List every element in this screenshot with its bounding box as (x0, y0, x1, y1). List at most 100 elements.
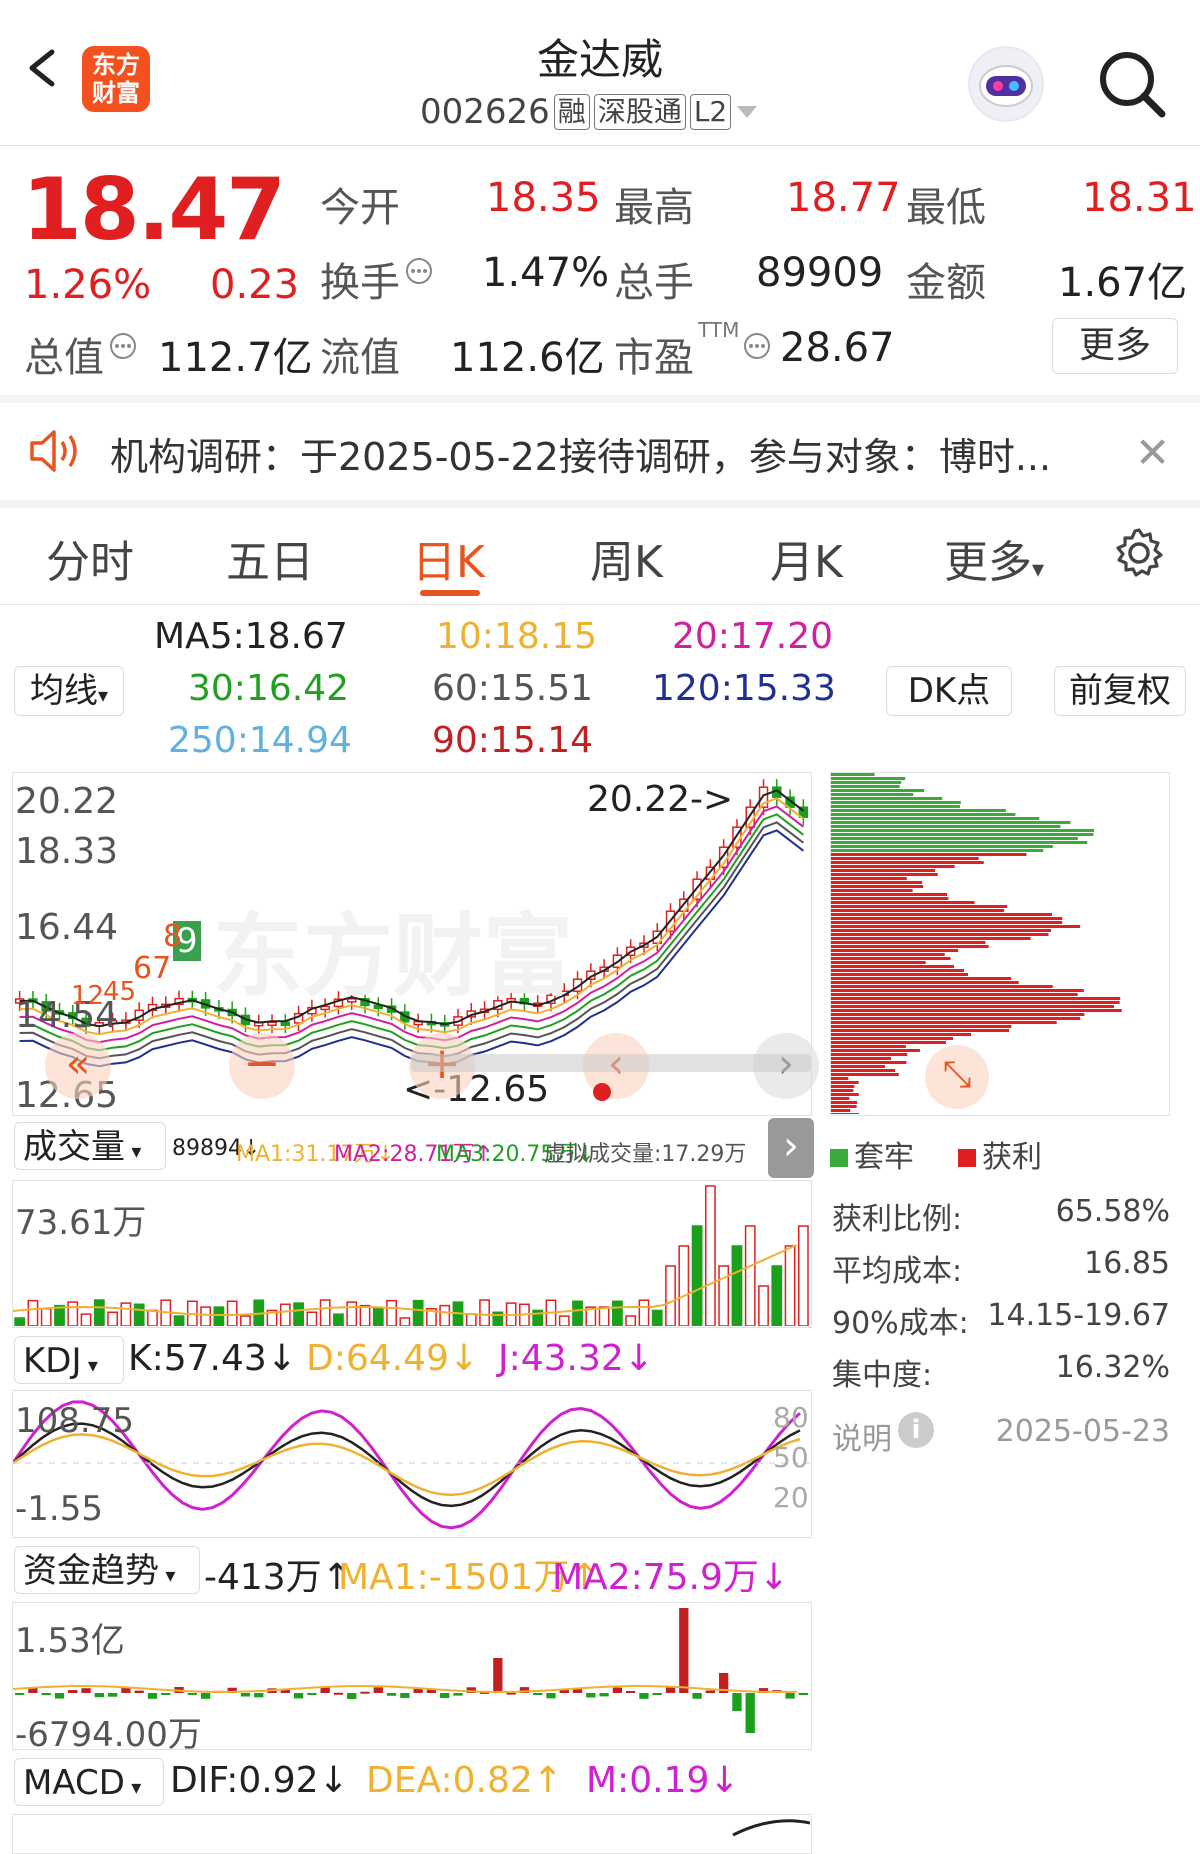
fund-bar (147, 1693, 158, 1699)
kline-chart[interactable]: 东方财富 20.22 18.33 16.44 14.54 12.65 20.22… (12, 772, 819, 1116)
kdj-chart[interactable]: 108.75 -1.55 80 50 20 (11, 1390, 812, 1538)
tab-daily-k[interactable]: 日K (412, 526, 485, 590)
info-icon[interactable] (742, 331, 772, 361)
float-label: 流值 (320, 335, 400, 381)
volume-bar (67, 1301, 79, 1327)
macd-m: M:0.19↓ (586, 1760, 740, 1801)
info-icon[interactable] (404, 256, 434, 286)
chip-bar (831, 1077, 849, 1080)
ma30-value: 30:16.42 (188, 668, 349, 709)
more-quote-button[interactable]: 更多 (1052, 318, 1178, 374)
scrollbar[interactable] (411, 1054, 811, 1072)
chip-note-label[interactable]: 说明 (832, 1414, 892, 1458)
tab-weekly-k[interactable]: 周K (590, 526, 663, 590)
event-dot[interactable] (593, 1083, 611, 1101)
chip-bar (831, 1049, 920, 1052)
volume-max-label: 73.61万 (15, 1203, 147, 1243)
chip-bar (831, 1029, 1010, 1032)
volume-bar (240, 1315, 251, 1327)
tab-intraday[interactable]: 分时 (46, 526, 134, 590)
ma20-value: 20:17.20 (672, 616, 833, 657)
chip-bar (831, 857, 979, 860)
tab-monthly-k[interactable]: 月K (770, 526, 843, 590)
dk-point-button[interactable]: DK点 (886, 666, 1012, 716)
macd-dif: DIF:0.92↓ (170, 1760, 349, 1801)
fund-bar (307, 1693, 317, 1695)
mktcap-value: 112.7亿 (158, 335, 313, 381)
volume-bar (399, 1317, 411, 1327)
volume-indicator-selector[interactable]: 成交量 ▾ (14, 1122, 166, 1170)
expand-right-button[interactable]: › (768, 1118, 814, 1178)
connect-tag: 深股通 (593, 94, 686, 130)
chip-bar (831, 901, 975, 904)
macd-selector[interactable]: MACD ▾ (14, 1758, 164, 1806)
volume-bar (558, 1315, 570, 1327)
chip-bar (831, 977, 1012, 980)
close-icon[interactable]: ✕ (1135, 428, 1170, 477)
tab-five-day[interactable]: 五日 (226, 526, 314, 590)
volume-chart[interactable]: 73.61万 (12, 1180, 812, 1328)
chip-bar (831, 1109, 851, 1112)
zoom-out-button[interactable]: − (229, 1033, 295, 1099)
chip-bar (831, 937, 1031, 940)
signal-label: 8 (163, 919, 183, 954)
chip-bar (831, 829, 1095, 832)
pe-value: 28.67 (780, 325, 895, 371)
scroll-left-fast-button[interactable]: « (45, 1033, 111, 1099)
turnover-label: 换手 (320, 260, 400, 306)
chip-bar (831, 781, 902, 784)
tab-more[interactable]: 更多▾ (944, 526, 1044, 590)
macd-chart[interactable] (12, 1814, 812, 1854)
chip-bar (831, 801, 961, 804)
concentration-label: 集中度: (832, 1358, 933, 1393)
max-price-marker: 20.22-> (587, 779, 734, 820)
fund-max-label: 1.53亿 (15, 1621, 125, 1661)
info-icon[interactable] (108, 331, 138, 361)
chip-legend-profit: 获利 (958, 1132, 1042, 1176)
fund-bar (81, 1688, 91, 1693)
volume-bar (27, 1299, 39, 1327)
change-value: 0.23 (210, 262, 300, 308)
chip-bar (831, 833, 1094, 836)
fund-bar (373, 1687, 383, 1693)
chip-bar (831, 877, 907, 880)
chip-bar (831, 817, 1040, 820)
volume-bar (784, 1245, 796, 1327)
gear-icon[interactable] (1112, 526, 1166, 580)
fund-bar (705, 1690, 716, 1693)
fund-ma-line (12, 1684, 797, 1694)
fund-bar (652, 1693, 662, 1695)
dropdown-triangle-icon[interactable] (735, 104, 759, 120)
assistant-robot-icon[interactable] (968, 46, 1044, 122)
notice-text[interactable]: 机构调研：于2025-05-22接待调研，参与对象：博时... (110, 426, 1051, 481)
adjust-mode-button[interactable]: 前复权 (1054, 666, 1186, 716)
chip-bar (831, 793, 914, 796)
fund-bar (612, 1687, 623, 1693)
fund-bar (161, 1693, 171, 1695)
fund-bar (134, 1690, 144, 1693)
chip-bar (831, 1065, 885, 1068)
volume-bar (333, 1313, 344, 1327)
chip-distribution-chart[interactable]: ⤡ (830, 772, 1170, 1116)
kdj-selector[interactable]: KDJ ▾ (14, 1336, 124, 1384)
high-value: 18.77 (786, 175, 901, 221)
ma-selector[interactable]: 均线▾ (14, 666, 124, 716)
open-value: 18.35 (486, 175, 601, 221)
chip-bar (831, 905, 1008, 908)
fund-bar (333, 1692, 344, 1695)
expand-icon[interactable]: ⤡ (925, 1045, 989, 1109)
chip-bar (831, 913, 1053, 916)
chip-bar (831, 1009, 1122, 1012)
chip-bar (831, 945, 989, 948)
candle-body (267, 1021, 277, 1026)
search-icon[interactable] (1096, 48, 1168, 120)
margin-tag: 融 (553, 94, 590, 130)
fund-trend-chart[interactable]: 1.53亿 -6794.00万 (12, 1602, 812, 1755)
chip-bar (831, 821, 1071, 824)
fund-bar (453, 1693, 463, 1696)
stock-code-row[interactable]: 002626 融 深股通 L2 (420, 92, 759, 132)
info-icon[interactable]: i (898, 1412, 934, 1448)
fund-trend-selector[interactable]: 资金趋势 ▾ (14, 1546, 200, 1594)
fund-value: -413万↑ (204, 1557, 352, 1598)
volume-bar (572, 1300, 583, 1327)
